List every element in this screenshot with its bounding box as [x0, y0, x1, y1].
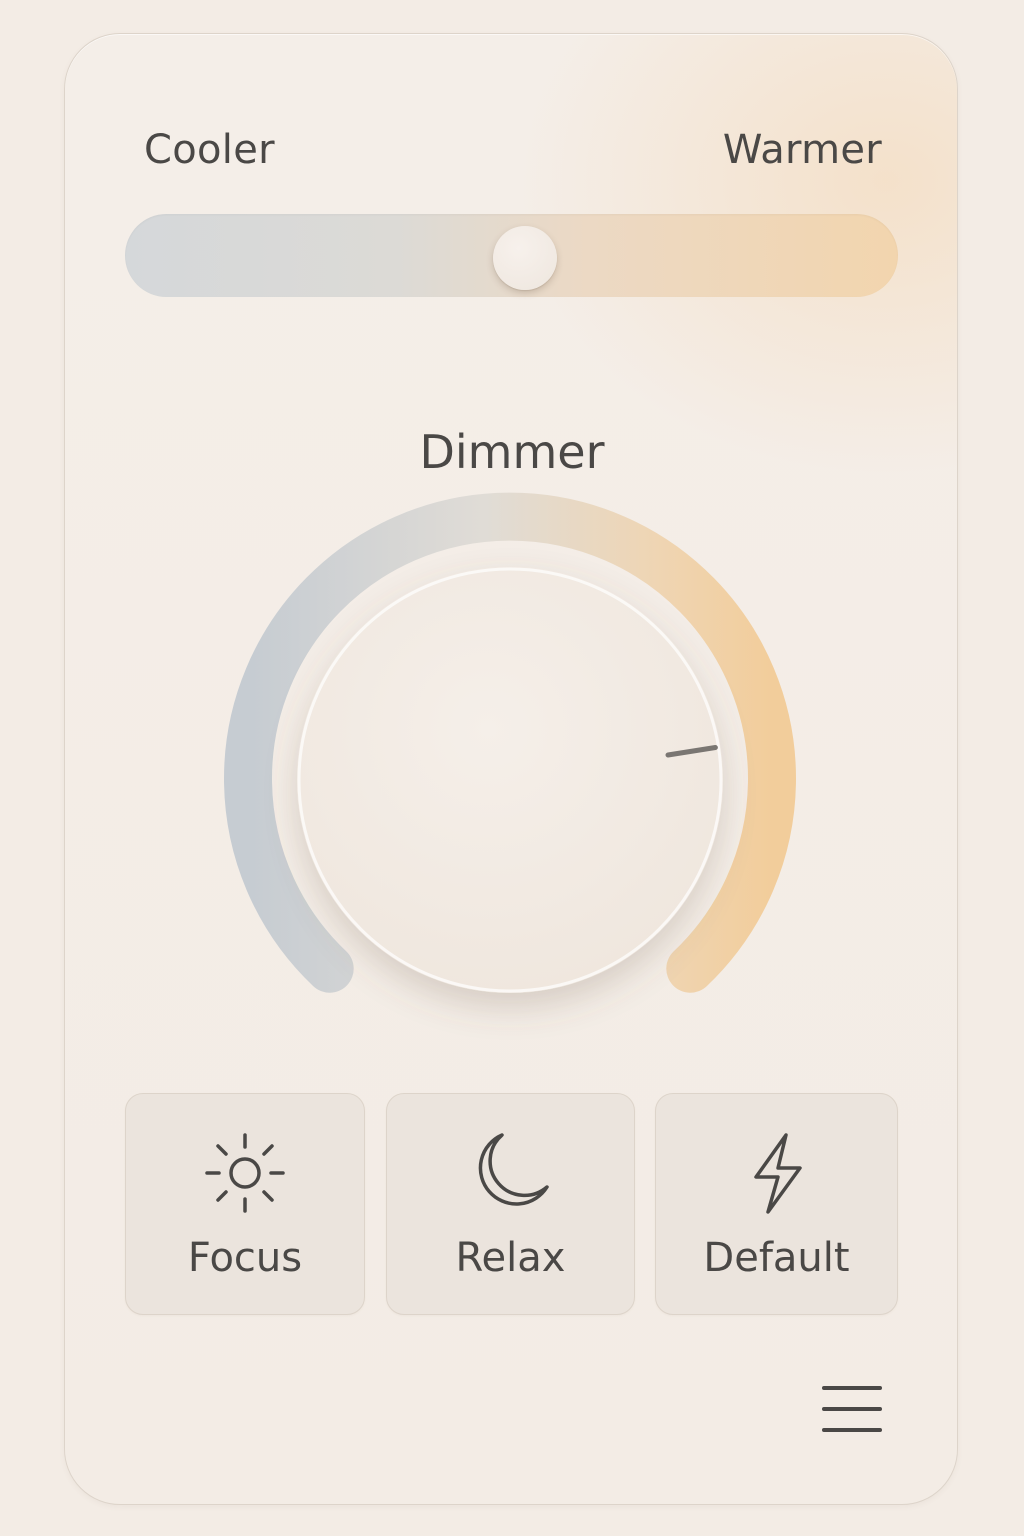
- relax-label: Relax: [455, 1235, 566, 1281]
- lightning-bolt-icon: [753, 1133, 802, 1214]
- moon-icon: [478, 1133, 549, 1206]
- focus-label: Focus: [187, 1235, 303, 1281]
- dimmer-dial[interactable]: [220, 492, 800, 1060]
- focus-preset-button[interactable]: Focus: [125, 1093, 365, 1315]
- default-preset-button[interactable]: Default: [655, 1093, 898, 1315]
- cooler-label: Cooler: [144, 127, 275, 173]
- sun-icon: [205, 1133, 285, 1213]
- dimmer-title: Dimmer: [419, 425, 605, 479]
- relax-preset-button[interactable]: Relax: [386, 1093, 635, 1315]
- default-label: Default: [703, 1235, 850, 1281]
- preset-buttons: Focus Relax Default: [125, 1093, 898, 1315]
- warmer-label: Warmer: [722, 127, 882, 173]
- color-temperature-slider-thumb[interactable]: [493, 226, 558, 290]
- hamburger-menu-icon[interactable]: [818, 1380, 886, 1440]
